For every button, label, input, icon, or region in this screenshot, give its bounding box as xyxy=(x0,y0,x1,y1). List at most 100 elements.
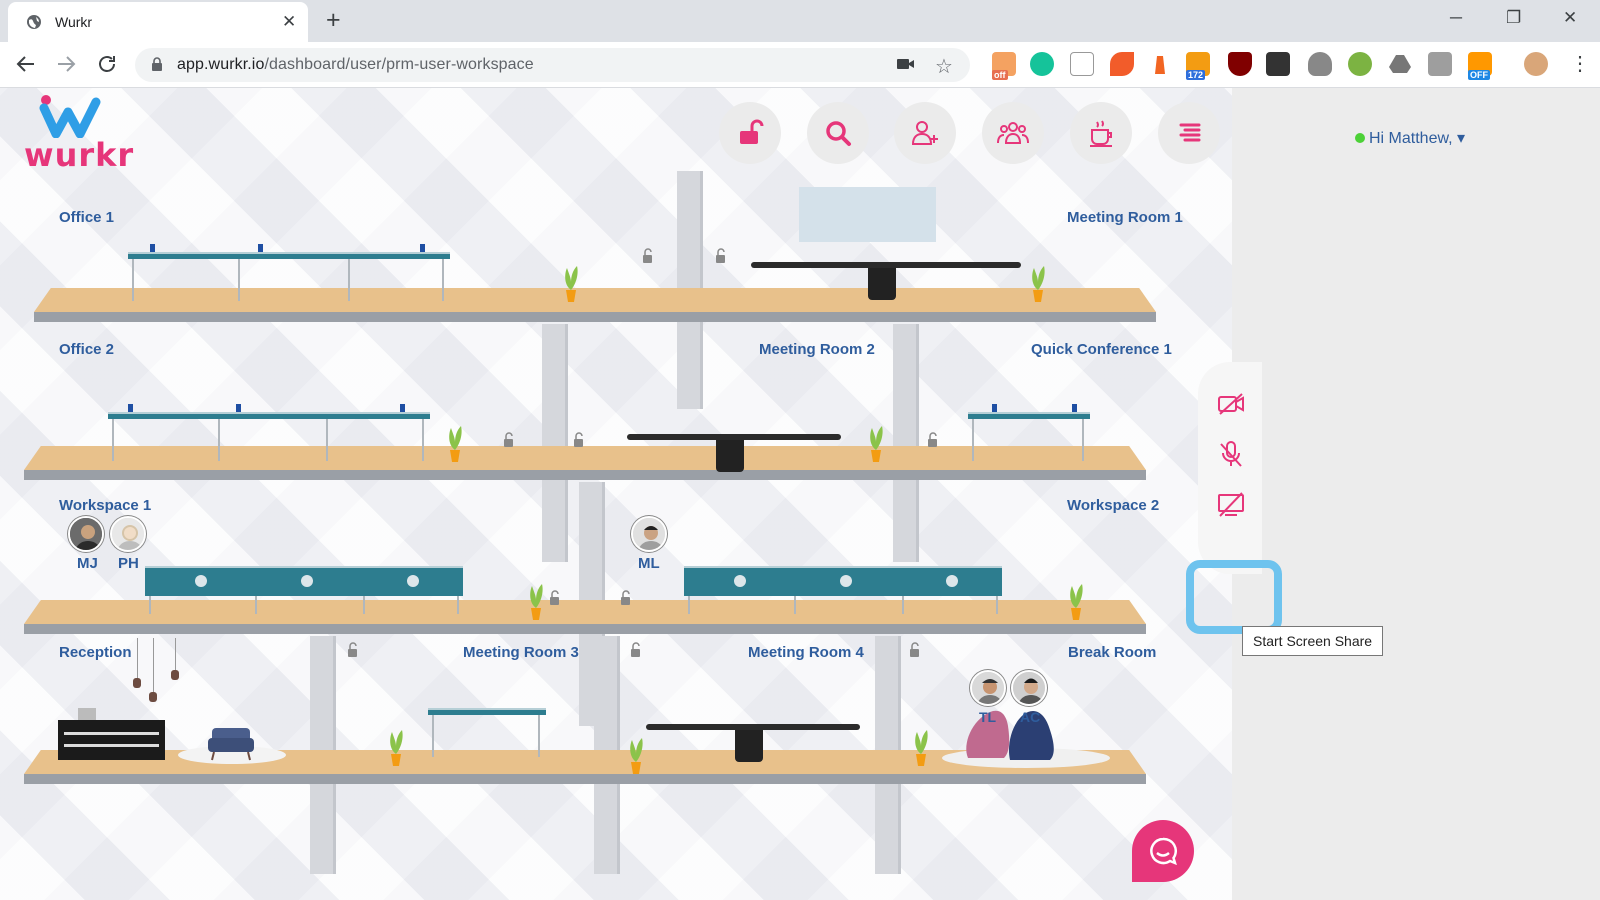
android-extension-icon[interactable] xyxy=(1348,52,1372,76)
unlocked-icon[interactable] xyxy=(346,642,362,658)
conference-desk xyxy=(968,404,1090,466)
globe-icon xyxy=(27,15,41,29)
camera-off-icon[interactable] xyxy=(1215,388,1247,420)
lock-room-button[interactable] xyxy=(719,102,781,164)
add-user-button[interactable] xyxy=(894,102,956,164)
meeting-desk xyxy=(428,700,546,762)
avatar-ph[interactable] xyxy=(110,516,146,552)
unlocked-icon[interactable] xyxy=(926,432,942,448)
logo-text: wurkr xyxy=(24,136,135,174)
tab-close-button[interactable]: ✕ xyxy=(282,12,296,32)
unlocked-icon[interactable] xyxy=(502,432,518,448)
browser-menu-icon[interactable]: ⋮ xyxy=(1568,52,1592,76)
lock-icon xyxy=(740,119,764,144)
screen-share-off-icon[interactable] xyxy=(1215,488,1247,520)
counter-extension-icon[interactable]: 172 xyxy=(1186,52,1210,80)
grammarly-extension-icon[interactable] xyxy=(1030,52,1054,76)
back-arrow-icon[interactable] xyxy=(14,52,38,76)
initials-mj: MJ xyxy=(77,555,98,572)
url-path: /dashboard/user/prm-user-workspace xyxy=(264,56,534,73)
mic-off-icon[interactable] xyxy=(1215,438,1247,470)
coffee-break-icon xyxy=(1090,120,1112,147)
search-icon xyxy=(826,121,851,146)
pendant-lamp xyxy=(153,638,154,694)
room-label-quick-conference-1[interactable]: Quick Conference 1 xyxy=(1031,341,1172,358)
room-label-meeting-room-1[interactable]: Meeting Room 1 xyxy=(1067,209,1183,226)
clipboard-extension-icon[interactable] xyxy=(1070,52,1094,76)
initials-ml: ML xyxy=(638,555,660,572)
right-panel xyxy=(1232,88,1600,900)
forward-arrow-icon[interactable] xyxy=(54,52,78,76)
pendant-lamp-shade xyxy=(133,678,141,688)
plant-icon xyxy=(630,738,643,774)
room-label-workspace-1[interactable]: Workspace 1 xyxy=(59,497,151,514)
whiteboard-screen xyxy=(799,187,936,242)
avatar-ac[interactable] xyxy=(1011,670,1047,706)
avatar-tl[interactable] xyxy=(970,670,1006,706)
coupon-extension-icon[interactable]: off xyxy=(992,52,1016,80)
user-greeting-menu[interactable]: Hi Matthew, ▾ xyxy=(1355,128,1465,148)
reload-icon[interactable] xyxy=(95,52,119,76)
address-bar[interactable]: app.wurkr.io/dashboard/user/prm-user-wor… xyxy=(135,48,970,82)
browser-toolbar: app.wurkr.io/dashboard/user/prm-user-wor… xyxy=(0,42,1600,88)
reception-monitor xyxy=(78,708,96,720)
armchair-icon xyxy=(208,728,254,761)
padlock-icon xyxy=(152,57,162,71)
plant-icon xyxy=(915,730,928,766)
sale-badge: OFF xyxy=(1468,70,1490,80)
team-icon xyxy=(997,122,1029,144)
drive-extension-icon[interactable] xyxy=(1388,52,1412,76)
screen-share-highlight xyxy=(1186,560,1282,634)
avatar-mj[interactable] xyxy=(68,516,104,552)
room-label-workspace-2[interactable]: Workspace 2 xyxy=(1067,497,1159,514)
room-label-meeting-room-2[interactable]: Meeting Room 2 xyxy=(759,341,875,358)
meeting-table xyxy=(627,434,841,474)
unlocked-icon[interactable] xyxy=(908,642,924,658)
workspace-desk xyxy=(145,558,463,620)
url-host: app.wurkr.io xyxy=(177,56,265,73)
lighthouse-extension-icon[interactable] xyxy=(1148,52,1172,76)
pendant-lamp-shade xyxy=(149,692,157,702)
window-minimize-button[interactable]: ─ xyxy=(1450,6,1462,30)
room-label-meeting-room-3[interactable]: Meeting Room 3 xyxy=(463,644,579,661)
fox-extension-icon[interactable] xyxy=(1110,52,1134,76)
menu-button[interactable] xyxy=(1158,102,1220,164)
plant-icon xyxy=(530,584,543,620)
pendant-lamp xyxy=(137,638,138,680)
browser-tab[interactable]: Wurkr ✕ xyxy=(8,2,308,42)
counter-badge: 172 xyxy=(1186,70,1206,80)
unlocked-icon[interactable] xyxy=(714,248,730,264)
wurkr-logo-icon xyxy=(39,95,101,138)
briefcase-extension-icon[interactable] xyxy=(1428,52,1452,76)
screen-extension-icon[interactable] xyxy=(1266,52,1290,76)
coffee-break-button[interactable] xyxy=(1070,102,1132,164)
camera-in-use-icon[interactable] xyxy=(897,57,915,71)
avatar-ml[interactable] xyxy=(631,516,667,552)
ublock-extension-icon[interactable] xyxy=(1228,52,1252,76)
new-tab-button[interactable]: + xyxy=(326,6,341,34)
room-label-office-1[interactable]: Office 1 xyxy=(59,209,114,226)
ghost-extension-icon[interactable] xyxy=(1308,52,1332,76)
browser-tab-strip: Wurkr ✕ + ─ ❐ ✕ xyxy=(0,0,1600,42)
unlocked-icon[interactable] xyxy=(641,248,657,264)
room-label-meeting-room-4[interactable]: Meeting Room 4 xyxy=(748,644,864,661)
unlocked-icon[interactable] xyxy=(629,642,645,658)
window-restore-button[interactable]: ❐ xyxy=(1506,6,1521,30)
sale-extension-icon[interactable]: OFF xyxy=(1468,52,1492,80)
room-label-break-room[interactable]: Break Room xyxy=(1068,644,1156,661)
unlocked-icon[interactable] xyxy=(572,432,588,448)
search-button[interactable] xyxy=(807,102,869,164)
office-desk xyxy=(128,244,450,306)
room-label-reception[interactable]: Reception xyxy=(59,644,132,661)
plant-icon xyxy=(870,426,883,462)
unlocked-icon[interactable] xyxy=(619,590,635,606)
bookmark-star-icon[interactable]: ☆ xyxy=(935,54,953,79)
window-close-button[interactable]: ✕ xyxy=(1563,6,1577,30)
pendant-lamp xyxy=(175,638,176,672)
team-button[interactable] xyxy=(982,102,1044,164)
room-label-office-2[interactable]: Office 2 xyxy=(59,341,114,358)
unlocked-icon[interactable] xyxy=(548,590,564,606)
chat-button[interactable] xyxy=(1132,820,1194,882)
meeting-table xyxy=(751,262,1021,302)
profile-avatar[interactable] xyxy=(1524,52,1548,76)
